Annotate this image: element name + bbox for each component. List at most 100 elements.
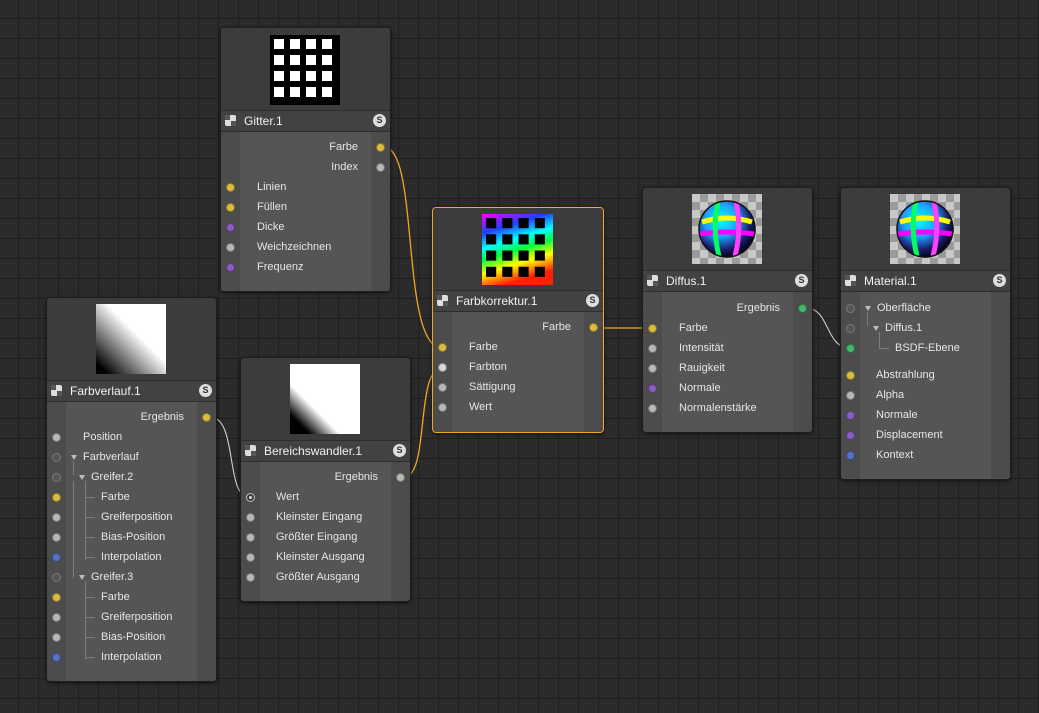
input-port-kleinster-eingang[interactable] bbox=[246, 513, 255, 522]
input-port-position[interactable] bbox=[52, 433, 61, 442]
node-header[interactable]: Farbkorrektur.1 S bbox=[433, 290, 603, 312]
input-port-diffus[interactable] bbox=[846, 324, 855, 333]
thumbnail-cell bbox=[534, 218, 545, 229]
node-bereichswandler[interactable]: Bereichswandler.1 S Ergebnis Wert Kleins… bbox=[240, 357, 411, 602]
thumbnail-cell bbox=[274, 71, 284, 81]
input-port-greifer3-farbe[interactable] bbox=[52, 593, 61, 602]
input-port-normalenstaerke[interactable] bbox=[648, 404, 657, 413]
solo-button[interactable]: S bbox=[795, 274, 808, 287]
input-port-alpha[interactable] bbox=[846, 391, 855, 400]
input-label: Farbe bbox=[101, 491, 130, 503]
input-port-greifer3-bias[interactable] bbox=[52, 633, 61, 642]
input-port-linien[interactable] bbox=[226, 183, 235, 192]
input-port-groesster-eingang[interactable] bbox=[246, 533, 255, 542]
input-label: Weichzeichnen bbox=[257, 241, 332, 253]
input-port-frequenz[interactable] bbox=[226, 263, 235, 272]
input-port-oberflaeche[interactable] bbox=[846, 304, 855, 313]
input-port-greifer-2[interactable] bbox=[52, 473, 61, 482]
input-port-dicke[interactable] bbox=[226, 223, 235, 232]
output-port-farbe[interactable] bbox=[376, 143, 385, 152]
solo-button[interactable]: S bbox=[586, 294, 599, 307]
expand-arrow-icon[interactable] bbox=[79, 575, 85, 580]
input-port-farbverlauf[interactable] bbox=[52, 453, 61, 462]
tree-line bbox=[85, 557, 95, 558]
solo-button[interactable]: S bbox=[393, 444, 406, 457]
input-port-normale[interactable] bbox=[846, 411, 855, 420]
tree-line bbox=[879, 332, 880, 348]
input-port-weichzeichnen[interactable] bbox=[226, 243, 235, 252]
input-port-farbe[interactable] bbox=[438, 343, 447, 352]
input-port-greifer-3[interactable] bbox=[52, 573, 61, 582]
output-port-ergebnis[interactable] bbox=[396, 473, 405, 482]
node-diffus[interactable]: Diffus.1 S Ergebnis Farbe Intensität Rau… bbox=[642, 187, 813, 433]
input-port-wert[interactable] bbox=[438, 403, 447, 412]
node-header[interactable]: Diffus.1 S bbox=[643, 270, 812, 292]
node-header[interactable]: Material.1 S bbox=[841, 270, 1010, 292]
input-port-displacement[interactable] bbox=[846, 431, 855, 440]
node-material[interactable]: Material.1 S Oberfläche Diffus.1 BSDF-Eb… bbox=[840, 187, 1011, 480]
expand-arrow-icon[interactable] bbox=[865, 306, 871, 311]
output-port-strip bbox=[197, 402, 216, 681]
node-type-icon bbox=[437, 295, 448, 306]
input-label: Greiferposition bbox=[101, 511, 173, 523]
expand-arrow-icon[interactable] bbox=[873, 326, 879, 331]
solo-button[interactable]: S bbox=[199, 384, 212, 397]
tree-line bbox=[85, 597, 95, 598]
thumbnail-cell bbox=[502, 234, 513, 245]
output-port-farbe[interactable] bbox=[589, 323, 598, 332]
node-farbkorrektur[interactable]: Farbkorrektur.1 S Farbe Farbe Farbton Sä… bbox=[432, 207, 604, 433]
input-label: Wert bbox=[469, 401, 493, 413]
input-port-greifer3-interpolation[interactable] bbox=[52, 653, 61, 662]
input-port-kleinster-ausgang[interactable] bbox=[246, 553, 255, 562]
thumbnail-cell bbox=[290, 55, 300, 65]
input-port-greifer2-farbe[interactable] bbox=[52, 493, 61, 502]
input-label: Farbe bbox=[679, 322, 708, 334]
thumbnail-cell bbox=[502, 266, 513, 277]
input-port-greifer2-bias[interactable] bbox=[52, 533, 61, 542]
input-port-fuellen[interactable] bbox=[226, 203, 235, 212]
input-label: Frequenz bbox=[257, 261, 304, 273]
thumbnail-cell bbox=[322, 71, 332, 81]
thumbnail-cell bbox=[322, 55, 332, 65]
solo-button[interactable]: S bbox=[993, 274, 1006, 287]
thumbnail-cell bbox=[322, 87, 332, 97]
input-port-abstrahlung[interactable] bbox=[846, 371, 855, 380]
node-gitter[interactable]: Gitter.1 S Farbe Index Linien Füllen Dic… bbox=[220, 27, 391, 292]
gradient-preview bbox=[96, 304, 166, 374]
input-port-greifer3-position[interactable] bbox=[52, 613, 61, 622]
input-port-greifer2-interpolation[interactable] bbox=[52, 553, 61, 562]
node-header[interactable]: Bereichswandler.1 S bbox=[241, 440, 410, 462]
group-label: Farbverlauf bbox=[83, 451, 139, 463]
expand-arrow-icon[interactable] bbox=[71, 455, 77, 460]
output-port-ergebnis[interactable] bbox=[202, 413, 211, 422]
node-farbverlauf[interactable]: Farbverlauf.1 S Ergebnis Position Farbve… bbox=[46, 297, 217, 682]
input-port-rauigkeit[interactable] bbox=[648, 364, 657, 373]
input-port-bsdf-ebene[interactable] bbox=[846, 344, 855, 353]
output-port-index[interactable] bbox=[376, 163, 385, 172]
node-header[interactable]: Farbverlauf.1 S bbox=[47, 380, 216, 402]
input-port-normale[interactable] bbox=[648, 384, 657, 393]
output-port-ergebnis[interactable] bbox=[798, 304, 807, 313]
input-port-kontext[interactable] bbox=[846, 451, 855, 460]
node-title: Diffus.1 bbox=[666, 274, 707, 288]
input-port-greifer2-position[interactable] bbox=[52, 513, 61, 522]
thumbnail-cell bbox=[518, 234, 529, 245]
thumbnail-cell bbox=[274, 55, 284, 65]
input-port-farbe[interactable] bbox=[648, 324, 657, 333]
thumbnail-cell bbox=[290, 87, 300, 97]
tree-line bbox=[85, 537, 95, 538]
output-label: Index bbox=[331, 161, 358, 173]
input-port-intensitaet[interactable] bbox=[648, 344, 657, 353]
input-port-wert[interactable] bbox=[246, 493, 255, 502]
group-label: Greifer.3 bbox=[91, 571, 134, 583]
tree-line bbox=[85, 637, 95, 638]
node-title: Material.1 bbox=[864, 274, 917, 288]
solo-button[interactable]: S bbox=[373, 114, 386, 127]
node-preview bbox=[433, 208, 603, 292]
node-header[interactable]: Gitter.1 S bbox=[221, 110, 390, 132]
node-type-icon bbox=[225, 115, 236, 126]
input-port-groesster-ausgang[interactable] bbox=[246, 573, 255, 582]
input-port-saettigung[interactable] bbox=[438, 383, 447, 392]
input-port-farbton[interactable] bbox=[438, 363, 447, 372]
expand-arrow-icon[interactable] bbox=[79, 475, 85, 480]
